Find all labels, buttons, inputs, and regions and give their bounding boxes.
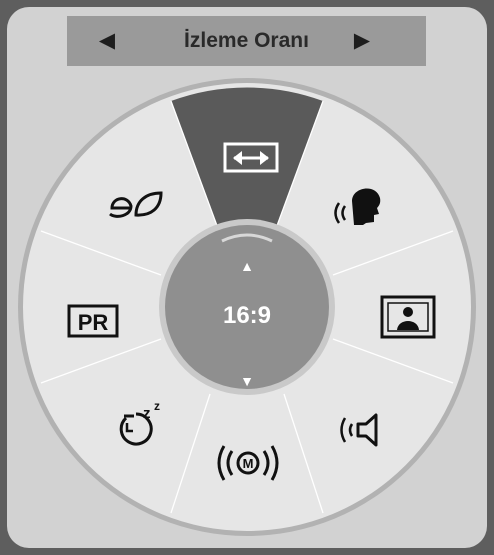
value-down-arrow[interactable]: ▼ [240,373,254,389]
value-up-arrow[interactable]: ▲ [240,258,254,274]
quick-menu-dial: ▲ 16:9 ▼ M z z PR [18,78,476,536]
aspect-ratio-value: 16:9 [223,302,271,329]
svg-text:z: z [143,405,151,422]
svg-text:M: M [243,456,254,471]
svg-text:PR: PR [78,310,109,335]
svg-text:z: z [154,399,160,413]
